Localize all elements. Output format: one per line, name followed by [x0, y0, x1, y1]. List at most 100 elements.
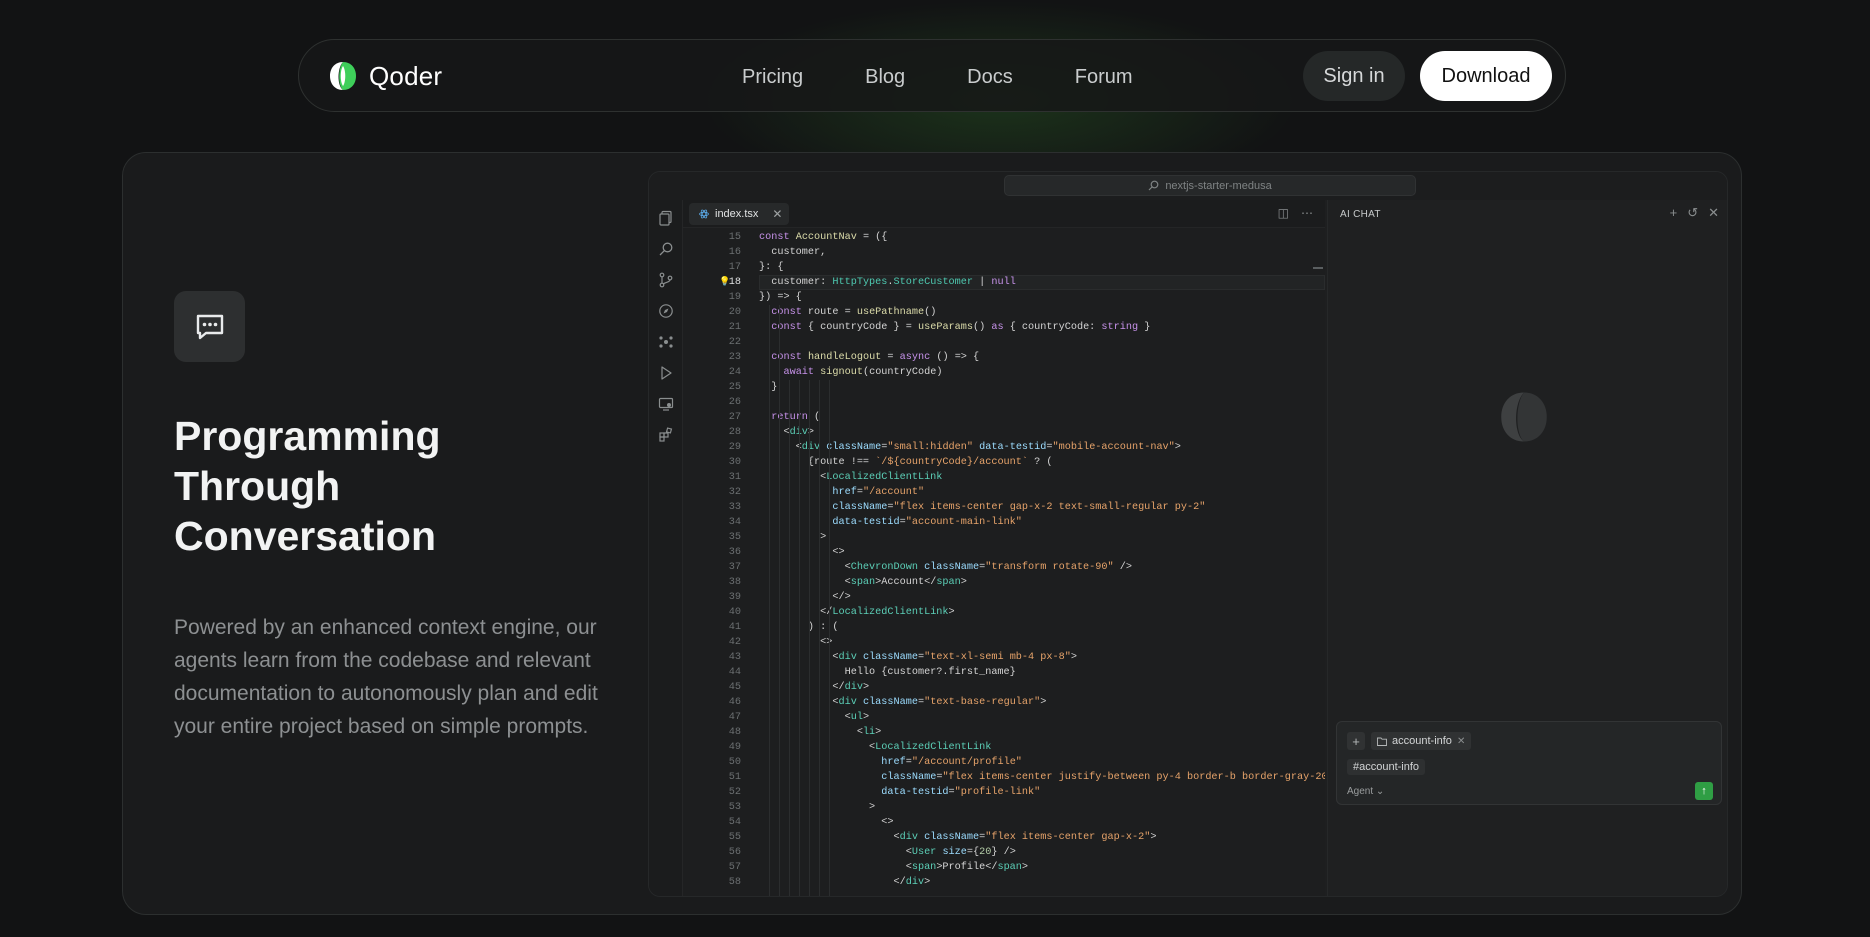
command-search-bar[interactable]: nextjs-starter-medusa [1004, 175, 1416, 196]
code-line: <> [759, 547, 845, 558]
run-debug-icon[interactable] [658, 365, 674, 381]
sign-in-button[interactable]: Sign in [1303, 51, 1405, 101]
indent-guide [769, 305, 770, 896]
code-line: return ( [771, 412, 821, 423]
line-number: 37 [728, 562, 741, 573]
chat-composer[interactable]: + account-info ✕ #account-info Agent ⌄ ↑ [1336, 721, 1722, 805]
code-line: className="flex items-center justify-bet… [881, 772, 1325, 783]
explorer-files-icon[interactable] [658, 210, 674, 226]
feature-title-line: Through [174, 463, 341, 509]
line-number: 49 [728, 742, 741, 753]
chevron-down-icon: ⌄ [1375, 786, 1385, 797]
line-number: 29 [728, 442, 741, 453]
line-number: 24 [728, 367, 741, 378]
source-control-icon[interactable] [658, 272, 674, 288]
line-number: 35 [728, 532, 741, 543]
line-number: 53 [728, 802, 741, 813]
folder-icon [1377, 737, 1387, 746]
line-number: 22 [728, 337, 741, 348]
qoder-logo-icon [330, 62, 356, 90]
code-area[interactable]: 15 16 17 18 19 20 21 22 23 24 25 26 27 28 29 30 31 32 33 34… [683, 230, 1325, 896]
primary-links: Pricing Blog Docs Forum [742, 62, 1133, 92]
code-line: ) : ( [807, 622, 839, 633]
nav-link-forum[interactable]: Forum [1075, 62, 1133, 92]
code-line: Hello {customer?.first_name} [759, 667, 1016, 678]
code-line: customer, [759, 247, 827, 258]
indent-guide [779, 305, 780, 896]
lightbulb-icon[interactable]: 💡 [719, 275, 730, 290]
code-line: <span>Account</span> [759, 577, 967, 588]
line-number: 19 [728, 292, 741, 303]
code-line: <LocalizedClientLink [759, 742, 992, 753]
feature-title-line: Programming [174, 413, 441, 459]
line-number: 16 [728, 247, 741, 258]
code-line: <span>Profile</span> [759, 862, 1029, 873]
extensions-icon[interactable] [658, 427, 674, 443]
feature-title-line: Conversation [174, 513, 436, 559]
search-icon[interactable] [658, 241, 674, 257]
indent-guide [789, 380, 790, 896]
send-button[interactable]: ↑ [1695, 782, 1713, 800]
line-number: 44 [728, 667, 741, 678]
line-number: 58 [728, 877, 741, 888]
line-number: 15 [728, 232, 741, 243]
code-line: }: { [759, 262, 784, 273]
code-line: </div> [759, 877, 931, 888]
feature-card: Programming Through Conversation Powered… [122, 152, 1742, 915]
top-navigation: Qoder Pricing Blog Docs Forum Sign in Do… [298, 39, 1566, 112]
line-number: 52 [728, 787, 741, 798]
code-line: </div> [759, 682, 870, 693]
line-number: 28 [728, 427, 741, 438]
tab-index-tsx[interactable]: index.tsx ✕ [689, 203, 789, 225]
nav-link-pricing[interactable]: Pricing [742, 62, 803, 92]
line-number: 36 [728, 547, 741, 558]
line-number: 31 [728, 472, 741, 483]
code-line: <li> [759, 727, 882, 738]
editor-actions: ◫ ⋯ [1278, 206, 1313, 220]
download-button[interactable]: Download [1420, 51, 1552, 101]
history-icon[interactable]: ↺ [1687, 205, 1698, 221]
code-lines: const AccountNav = ({ customer,}: { cust… [759, 230, 1325, 890]
tab-filename: index.tsx [715, 208, 759, 220]
add-context-button[interactable]: + [1347, 732, 1365, 750]
feature-icon-badge [174, 291, 245, 362]
more-actions-icon[interactable]: ⋯ [1301, 206, 1313, 220]
line-number: 56 [728, 847, 741, 858]
agents-icon[interactable] [658, 334, 674, 350]
ide-titlebar: nextjs-starter-medusa [649, 172, 1727, 200]
code-editor: index.tsx ✕ ◫ ⋯ 15 16 17 18 19 20 21 22 23 24 25 26… [683, 200, 1325, 896]
line-number: 39 [728, 592, 741, 603]
close-tab-icon[interactable]: ✕ [772, 207, 782, 221]
line-number: 57 [728, 862, 741, 873]
workspace-name: nextjs-starter-medusa [1165, 179, 1272, 192]
indent-guide [799, 380, 800, 896]
line-number: 23 [728, 352, 741, 363]
compass-icon[interactable] [658, 303, 674, 319]
code-line: } [771, 382, 778, 393]
code-line: </> [759, 592, 851, 603]
brand-logo[interactable]: Qoder [327, 60, 442, 92]
remote-explorer-icon[interactable] [658, 396, 674, 412]
mode-select[interactable]: Agent ⌄ [1347, 786, 1384, 797]
ai-chat-panel: AI CHAT + ↺ ✕ + account-info ✕ #account-… [1327, 200, 1727, 896]
remove-context-icon[interactable]: ✕ [1457, 736, 1465, 747]
line-number: 17 [728, 262, 741, 273]
close-icon[interactable]: ✕ [1708, 205, 1719, 221]
split-editor-icon[interactable]: ◫ [1278, 206, 1289, 220]
nav-link-docs[interactable]: Docs [967, 62, 1013, 92]
line-number: 33 [728, 502, 741, 513]
code-line: const route = usePathname() [771, 307, 937, 318]
indent-guide [819, 380, 820, 896]
line-number: 25 [728, 382, 741, 393]
new-chat-icon[interactable]: + [1670, 205, 1678, 221]
code-line: data-testid="profile-link" [881, 787, 1041, 798]
code-line: {route !== `/${countryCode}/account` ? ( [759, 457, 1053, 468]
nav-link-blog[interactable]: Blog [865, 62, 905, 92]
context-chip[interactable]: account-info ✕ [1371, 732, 1472, 750]
activity-bar [649, 200, 683, 896]
line-number: 18 [728, 277, 741, 288]
code-line: const AccountNav = ({ [759, 232, 888, 243]
line-number: 26 [728, 397, 741, 408]
line-number: 32 [728, 487, 741, 498]
